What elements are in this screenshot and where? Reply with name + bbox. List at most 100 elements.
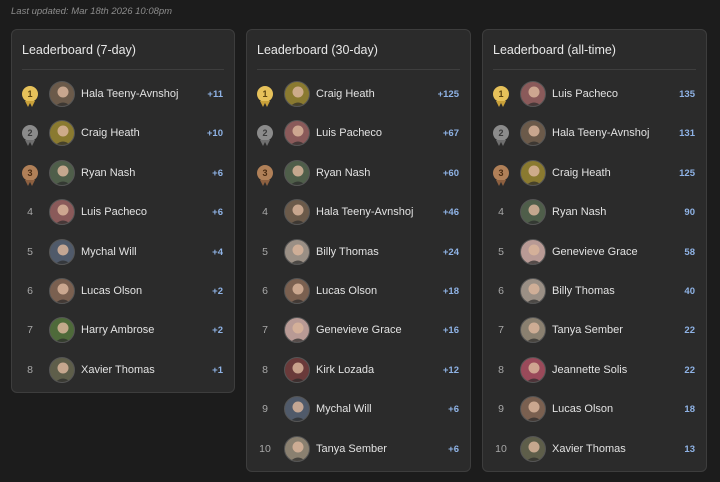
gold-medal-icon: 1	[493, 86, 509, 107]
user-name[interactable]: Craig Heath	[552, 167, 611, 179]
rank-number: 10	[259, 442, 271, 455]
user-name[interactable]: Xavier Thomas	[81, 364, 155, 376]
user-name[interactable]: Tanya Sember	[316, 443, 387, 455]
leaderboard-row[interactable]: 6 Billy Thomas 40	[483, 271, 706, 310]
user-name[interactable]: Lucas Olson	[552, 403, 613, 415]
rank-cell: 1	[492, 85, 510, 107]
leaderboard-row[interactable]: 7 Harry Ambrose +2	[12, 310, 234, 349]
user-name[interactable]: Genevieve Grace	[316, 324, 402, 336]
avatar	[520, 159, 546, 186]
avatar	[520, 435, 546, 462]
score-value: +125	[437, 89, 459, 100]
user-name[interactable]: Kirk Lozada	[316, 364, 374, 376]
panel-title: Leaderboard (7-day)	[22, 43, 136, 57]
rank-cell: 3	[256, 164, 274, 186]
user-name[interactable]: Hala Teeny-Avnshoj	[81, 88, 178, 100]
leaderboard-row[interactable]: 5 Mychal Will +4	[12, 232, 234, 271]
user-name[interactable]: Tanya Sember	[552, 324, 623, 336]
leaderboard-row[interactable]: 2 Craig Heath +10	[12, 113, 234, 152]
rank-number: 8	[498, 363, 504, 376]
avatar	[49, 356, 75, 383]
rank-cell: 5	[21, 243, 39, 261]
leaderboard-row[interactable]: 3 Ryan Nash +6	[12, 153, 234, 192]
user-name[interactable]: Jeannette Solis	[552, 364, 627, 376]
rank-number: 4	[262, 206, 268, 219]
score-value: 22	[684, 364, 695, 376]
leaderboard-row[interactable]: 10 Tanya Sember +6	[247, 429, 470, 468]
panel-title: Leaderboard (30-day)	[257, 43, 378, 57]
user-name[interactable]: Xavier Thomas	[552, 443, 626, 455]
user-name[interactable]: Mychal Will	[316, 403, 372, 415]
rank-number: 9	[262, 403, 268, 416]
leaderboard-row[interactable]: 10 Xavier Thomas 13	[483, 429, 706, 468]
leaderboard-row[interactable]: 2 Hala Teeny-Avnshoj 131	[483, 113, 706, 152]
leaderboard-row[interactable]: 4 Ryan Nash 90	[483, 192, 706, 231]
user-name[interactable]: Luis Pacheco	[316, 127, 382, 139]
rank-cell: 7	[492, 321, 510, 339]
avatar	[520, 317, 546, 344]
rank-number: 6	[498, 285, 504, 297]
user-name[interactable]: Craig Heath	[316, 88, 375, 100]
leaderboard-row[interactable]: 8 Kirk Lozada +12	[247, 350, 470, 389]
leaderboard-row[interactable]: 9 Lucas Olson 18	[483, 389, 706, 428]
leaderboard-row[interactable]: 1 Luis Pacheco 135	[483, 74, 706, 113]
rank-cell: 9	[256, 400, 274, 418]
avatar	[49, 278, 75, 304]
leaderboard-row[interactable]: 7 Genevieve Grace +16	[247, 310, 470, 349]
user-name[interactable]: Lucas Olson	[81, 285, 142, 297]
last-updated-label: Last updated: Mar 18th 2026 10:08pm	[11, 6, 173, 17]
user-name[interactable]: Hala Teeny-Avnshoj	[552, 127, 649, 139]
user-name[interactable]: Billy Thomas	[552, 285, 615, 297]
score-value: +18	[442, 286, 459, 297]
leaderboard-row[interactable]: 3 Craig Heath 125	[483, 153, 706, 192]
user-name[interactable]: Harry Ambrose	[81, 324, 154, 336]
leaderboard-row[interactable]: 4 Hala Teeny-Avnshoj +46	[247, 192, 470, 231]
score-value: +24	[442, 246, 459, 258]
leaderboard-row[interactable]: 1 Craig Heath +125	[247, 74, 470, 113]
rank-cell: 6	[256, 282, 274, 300]
leaderboard-row[interactable]: 8 Jeannette Solis 22	[483, 350, 706, 389]
user-name[interactable]: Billy Thomas	[316, 246, 379, 258]
user-name[interactable]: Hala Teeny-Avnshoj	[316, 206, 413, 218]
leaderboard-row[interactable]: 7 Tanya Sember 22	[483, 310, 706, 349]
leaderboard-row[interactable]: 9 Mychal Will +6	[247, 389, 470, 428]
score-value: +6	[212, 167, 223, 179]
silver-medal-icon: 2	[493, 125, 509, 147]
user-name[interactable]: Craig Heath	[81, 127, 140, 139]
user-name[interactable]: Luis Pacheco	[81, 206, 147, 218]
leaderboard-row[interactable]: 6 Lucas Olson +2	[12, 271, 234, 310]
user-name[interactable]: Genevieve Grace	[552, 246, 638, 258]
rank-cell: 4	[492, 203, 510, 221]
gold-medal-icon: 1	[22, 86, 38, 107]
leaderboard-row[interactable]: 3 Ryan Nash +60	[247, 153, 470, 192]
avatar	[49, 317, 75, 344]
avatar	[284, 199, 310, 226]
avatar	[284, 278, 310, 304]
user-name[interactable]: Ryan Nash	[316, 167, 370, 179]
user-name[interactable]: Mychal Will	[81, 246, 137, 258]
user-name[interactable]: Ryan Nash	[552, 206, 606, 218]
rank-cell: 7	[256, 321, 274, 339]
user-name[interactable]: Ryan Nash	[81, 167, 135, 179]
silver-medal-icon: 2	[22, 125, 38, 147]
leaderboard-row[interactable]: 2 Luis Pacheco +67	[247, 113, 470, 152]
score-value: 90	[684, 207, 695, 219]
score-value: 131	[679, 128, 695, 140]
leaderboard-row[interactable]: 4 Luis Pacheco +6	[12, 192, 234, 231]
leaderboard-row[interactable]: 8 Xavier Thomas +1	[12, 350, 234, 389]
user-name[interactable]: Lucas Olson	[316, 285, 377, 297]
avatar	[284, 81, 310, 107]
score-value: 13	[684, 443, 695, 455]
user-name[interactable]: Luis Pacheco	[552, 88, 618, 100]
score-value: 40	[684, 286, 695, 297]
avatar	[520, 278, 546, 304]
score-value: +46	[442, 207, 459, 219]
rank-cell: 5	[492, 243, 510, 261]
leaderboard-row[interactable]: 1 Hala Teeny-Avnshoj +11	[12, 74, 234, 113]
avatar	[49, 159, 75, 186]
rank-number: 8	[262, 363, 268, 376]
leaderboard-row[interactable]: 5 Billy Thomas +24	[247, 232, 470, 271]
leaderboard-row[interactable]: 6 Lucas Olson +18	[247, 271, 470, 310]
bronze-medal-icon: 3	[257, 164, 273, 186]
leaderboard-row[interactable]: 5 Genevieve Grace 58	[483, 232, 706, 271]
